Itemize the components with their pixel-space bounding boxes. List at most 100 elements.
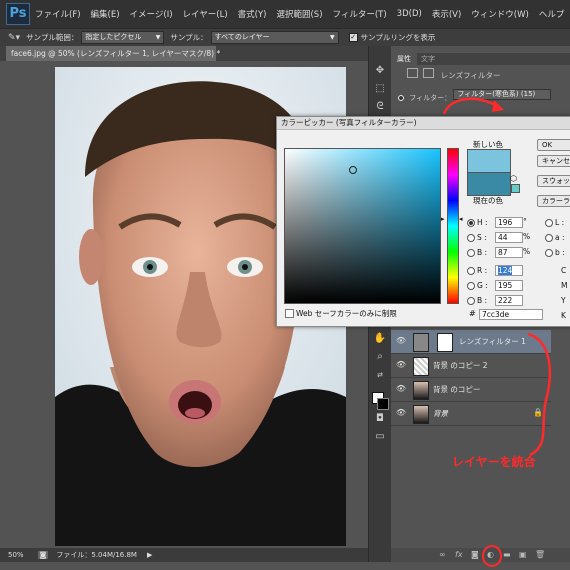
lab-l-row: L : [545,217,564,228]
saturation-radio[interactable] [467,234,475,242]
quick-mask-icon[interactable]: ◘ [373,412,387,426]
cancel-button[interactable]: キャンセル [537,155,570,167]
lab-l-radio[interactable] [545,219,553,227]
menu-filter[interactable]: フィルター(T) [328,8,392,20]
hue-handle-left[interactable]: ▸ [441,215,445,223]
menu-file[interactable]: ファイル(F) [30,8,86,20]
menu-view[interactable]: 表示(V) [427,8,466,20]
layer-name: 背景 [433,409,448,418]
hex-input[interactable]: 7cc3de [479,309,543,320]
file-info: ファイル：5.04M/16.8M [56,551,137,559]
filter-radio[interactable] [397,94,405,102]
ok-button[interactable]: OK [537,139,570,151]
red-radio[interactable] [467,267,475,275]
brightness-radio[interactable] [467,249,475,257]
cmyk-m-label: M [561,281,568,290]
color-libraries-button[interactable]: カラーライブラリ [537,195,570,207]
blue-radio[interactable] [467,297,475,305]
zoom-tool-icon[interactable]: ⌕ [373,350,387,364]
hue-slider[interactable] [447,148,459,304]
hand-tool-icon[interactable]: ✋ [373,332,387,346]
menu-type[interactable]: 書式(Y) [233,8,272,20]
sample-size-select[interactable]: 指定したピクセル ▼ [81,31,165,44]
green-radio[interactable] [467,282,475,290]
red-bracket-annotation [527,332,552,457]
hue-radio[interactable] [467,219,475,227]
hue-unit: ° [523,217,527,226]
menu-window[interactable]: ウィンドウ(W) [466,8,534,20]
screen-mode-icon[interactable]: ▭ [373,430,387,444]
status-bar: 50% ◙ ファイル：5.04M/16.8M ▶ [0,548,368,562]
lab-b-row: b : [545,247,565,258]
menu-bar: Ps ファイル(F) 編集(E) イメージ(I) レイヤー(L) 書式(Y) 選… [0,0,570,28]
eye-icon[interactable]: 👁 [395,384,407,394]
lab-b-radio[interactable] [545,249,553,257]
swap-colors-icon[interactable]: ⇄ [373,368,387,382]
menu-edit[interactable]: 編集(E) [86,8,125,20]
add-to-swatches-button[interactable]: スウォッチに追加 [537,175,570,187]
green-row: G : [467,280,488,291]
hue-handle-right[interactable]: ◂ [459,215,463,223]
blue-row: B : [467,295,487,306]
current-color-swatch[interactable] [467,172,511,196]
brightness-input[interactable]: 87 [495,247,523,258]
layer-name: レンズフィルター 1 [459,337,526,346]
sampling-ring-checkbox[interactable]: ✓ [348,33,358,42]
chevron-down-icon: ▼ [330,34,335,41]
green-input[interactable]: 195 [495,280,523,291]
color-marker[interactable] [349,166,357,174]
chevron-down-icon: ▼ [155,34,161,41]
merge-layers-note: レイヤーを統合 [452,455,536,469]
tab-properties[interactable]: 属性 [391,53,417,65]
menu-layer[interactable]: レイヤー(L) [178,8,233,20]
tab-character[interactable]: 文字 [415,53,441,65]
layer-thumbnail [413,357,429,376]
color-picker-dialog: カラーピッカー (写真フィルターカラー) ▸ ◂ 新しい色 現在の色 ⬡ OK … [276,116,570,327]
red-input[interactable]: 124 [495,265,523,276]
link-icon[interactable]: ∞ [439,550,446,559]
move-tool-icon[interactable]: ✥ [373,64,387,78]
menu-help[interactable]: ヘルプ [534,8,570,20]
fx-icon[interactable]: fx [455,550,463,559]
blue-input[interactable]: 222 [495,295,523,306]
zoom-level[interactable]: 50% [8,551,24,559]
lab-a-radio[interactable] [545,234,553,242]
menu-3d[interactable]: 3D(D) [392,9,427,19]
saturation-brightness-field[interactable] [284,148,441,304]
sample-select[interactable]: すべてのレイヤー ▼ [210,31,339,44]
lab-a-row: a : [545,232,565,243]
layer-thumbnail [413,381,429,400]
add-mask-icon[interactable]: ◙ [471,550,479,559]
arrow-right-icon[interactable]: ▶ [147,551,152,559]
new-layer-icon[interactable]: ▣ [519,550,527,559]
cmyk-c-label: C [561,266,567,275]
document-tab[interactable]: face6.jpg @ 50% (レンズフィルター 1, レイヤーマスク/8) … [6,46,220,61]
lasso-tool-icon[interactable]: ᘓ [373,100,387,114]
red-arrow-annotation [442,97,504,115]
sample-size-label: サンプル範囲： [26,33,79,42]
hue-row: H : [467,217,488,228]
properties-tabs: 属性 文字 [391,53,570,65]
eye-icon[interactable]: 👁 [395,336,407,346]
cmyk-k-label: K [561,311,566,320]
properties-title: レンズフィルター [440,71,501,80]
sample-label: サンプル： [170,33,208,42]
info-icon[interactable]: ◙ [37,551,49,559]
eye-icon[interactable]: 👁 [395,360,407,370]
mask-thumbnail[interactable] [437,333,453,352]
web-safe-checkbox[interactable] [285,309,294,318]
eyedropper-icon[interactable]: ✎▾ [8,33,20,43]
saturation-input[interactable]: 44 [495,232,523,243]
background-color-swatch[interactable] [377,398,389,410]
mask-icon [423,68,435,78]
folder-icon[interactable]: ▬ [503,550,511,559]
eye-icon[interactable]: 👁 [395,408,407,418]
trash-icon[interactable]: 🗑 [535,550,545,559]
hex-label: # [469,309,476,318]
marquee-tool-icon[interactable]: ⬚ [373,82,387,96]
web-safe-swatch[interactable] [511,184,520,193]
menu-select[interactable]: 選択範囲(S) [271,8,327,20]
cube-warning-icon[interactable]: ⬡ [510,174,517,183]
menu-image[interactable]: イメージ(I) [125,8,178,20]
hue-input[interactable]: 196 [495,217,523,228]
